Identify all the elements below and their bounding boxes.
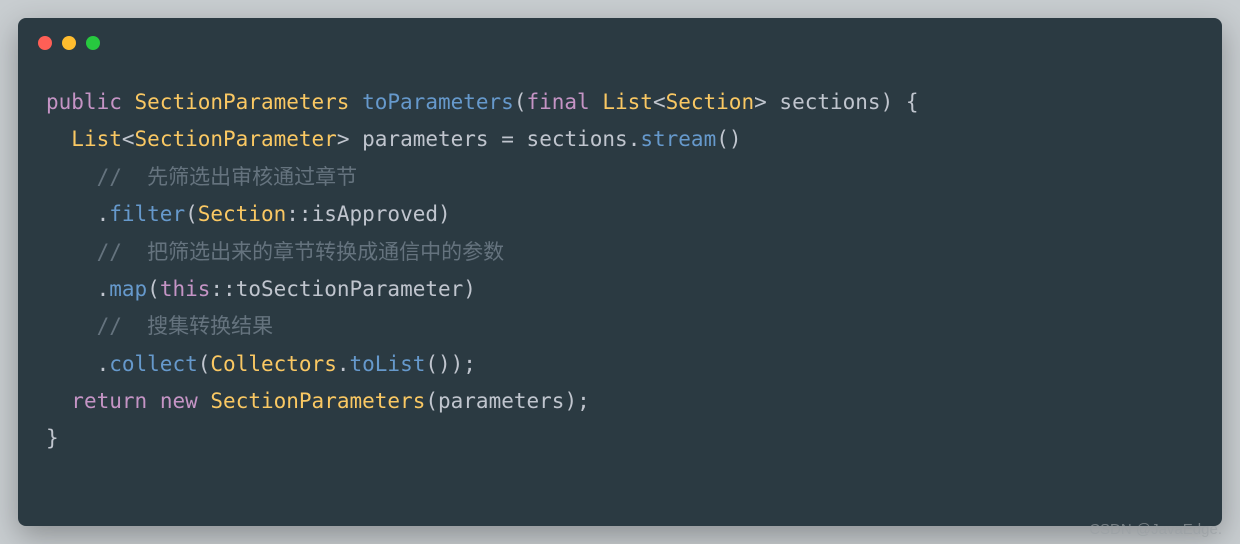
brace-close: } [46,426,59,450]
dot: . [97,277,110,301]
type-list: List [602,90,653,114]
type-section: Section [666,90,755,114]
window-titlebar [18,18,1222,58]
angle: > [337,127,350,151]
type-section-parameters: SectionParameters [135,90,350,114]
brace: { [906,90,919,114]
param-sections: sections [779,90,880,114]
keyword-new: new [160,389,198,413]
fn-tolist: toList [350,352,426,376]
fn-stream: stream [640,127,716,151]
paren: ) [463,277,476,301]
angle: > [754,90,767,114]
paren: ) [881,90,894,114]
code-window: public SectionParameters toParameters(fi… [18,18,1222,526]
type-list: List [71,127,122,151]
var-parameters: parameters [362,127,488,151]
arg-parameters: parameters [438,389,564,413]
angle: < [653,90,666,114]
paren: () [716,127,741,151]
dot: . [628,127,641,151]
keyword-this: this [160,277,211,301]
maximize-icon[interactable] [86,36,100,50]
paren: ( [514,90,527,114]
paren: ( [147,277,160,301]
type-collectors: Collectors [210,352,336,376]
dot: . [337,352,350,376]
type-section-parameters-new: SectionParameters [210,389,425,413]
equals: = [501,127,514,151]
paren: ( [198,352,211,376]
dot: . [97,202,110,226]
keyword-return: return [71,389,147,413]
dot: . [97,352,110,376]
method-tosectionparameter: toSectionParameter [236,277,464,301]
type-section-parameter: SectionParameter [135,127,337,151]
obj-sections: sections [527,127,628,151]
paren: ( [185,202,198,226]
paren: ()); [425,352,476,376]
coloncolon: :: [210,277,235,301]
comment-collect: // 搜集转换结果 [97,314,274,338]
paren: ); [564,389,589,413]
close-icon[interactable] [38,36,52,50]
method-isapproved: isApproved [312,202,438,226]
fn-toparameters: toParameters [362,90,514,114]
paren: ( [425,389,438,413]
comment-map: // 把筛选出来的章节转换成通信中的参数 [97,240,505,264]
code-block: public SectionParameters toParameters(fi… [18,58,1222,484]
type-section-ref: Section [198,202,287,226]
watermark-text: CSDN @JavaEdge. [1089,521,1222,538]
minimize-icon[interactable] [62,36,76,50]
comment-filter: // 先筛选出审核通过章节 [97,165,358,189]
coloncolon: :: [286,202,311,226]
fn-filter: filter [109,202,185,226]
paren: ) [438,202,451,226]
fn-map: map [109,277,147,301]
angle: < [122,127,135,151]
keyword-final: final [526,90,589,114]
fn-collect: collect [109,352,198,376]
keyword-public: public [46,90,122,114]
